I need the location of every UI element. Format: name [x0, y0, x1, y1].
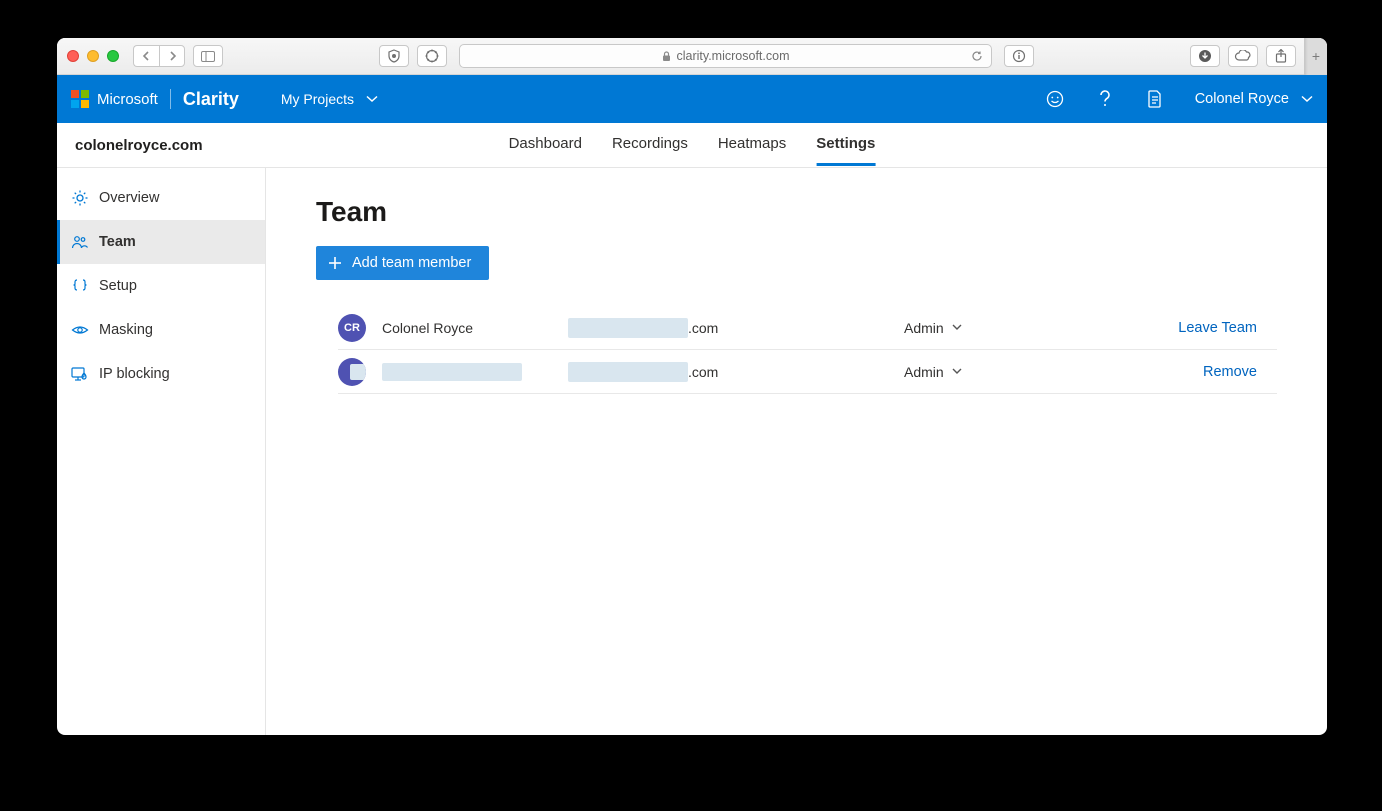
- projects-label: My Projects: [281, 91, 354, 107]
- maximize-window-button[interactable]: [107, 50, 119, 62]
- sidebar-item-setup[interactable]: Setup: [57, 264, 265, 308]
- role-label: Admin: [904, 320, 944, 336]
- downloads-button[interactable]: [1190, 45, 1220, 67]
- share-button[interactable]: [1266, 45, 1296, 67]
- people-icon: [71, 233, 89, 251]
- refresh-icon[interactable]: [971, 50, 983, 62]
- microsoft-logo-icon: [71, 90, 89, 108]
- tab-dashboard[interactable]: Dashboard: [509, 124, 582, 166]
- brand-divider: [170, 89, 171, 109]
- microsoft-text: Microsoft: [97, 91, 158, 108]
- avatar: [338, 358, 366, 386]
- plus-icon: [328, 256, 342, 270]
- sidebar-item-team[interactable]: Team: [57, 220, 265, 264]
- main-content: Team Add team member CR Colonel Royce .c…: [266, 168, 1327, 735]
- sidebar-item-label: Overview: [99, 190, 159, 206]
- member-email: .com: [568, 362, 888, 382]
- sidebar-item-label: IP blocking: [99, 366, 170, 382]
- url-text: clarity.microsoft.com: [677, 49, 790, 63]
- minimize-window-button[interactable]: [87, 50, 99, 62]
- header-right: Colonel Royce: [1045, 89, 1313, 109]
- lock-icon: [662, 51, 671, 62]
- toolbar-right: [1190, 45, 1296, 67]
- subnav: colonelroyce.com Dashboard Recordings He…: [57, 123, 1327, 168]
- braces-icon: [71, 277, 89, 295]
- app-header: Microsoft Clarity My Projects Colonel Ro…: [57, 75, 1327, 123]
- nav-back-forward: [133, 45, 185, 67]
- feedback-icon[interactable]: [1045, 89, 1065, 109]
- address-bar[interactable]: clarity.microsoft.com: [459, 44, 992, 68]
- member-name: Colonel Royce: [382, 320, 552, 336]
- chevron-down-icon: [952, 324, 962, 331]
- sidebar-item-masking[interactable]: Masking: [57, 308, 265, 352]
- new-tab-button[interactable]: +: [1304, 38, 1327, 75]
- close-window-button[interactable]: [67, 50, 79, 62]
- sidebar-item-label: Setup: [99, 278, 137, 294]
- email-suffix: .com: [688, 320, 718, 336]
- tab-settings[interactable]: Settings: [816, 124, 875, 166]
- role-label: Admin: [904, 364, 944, 380]
- email-suffix: .com: [688, 364, 718, 380]
- sidebar-item-label: Team: [99, 234, 136, 250]
- back-button[interactable]: [133, 45, 159, 67]
- team-member-row: CR Colonel Royce .com Admin Leave Team: [338, 306, 1277, 350]
- remove-member-link[interactable]: Remove: [1203, 364, 1257, 380]
- browser-window: clarity.microsoft.com + Microsoft: [57, 38, 1327, 735]
- role-dropdown[interactable]: Admin: [904, 320, 1104, 336]
- add-team-member-button[interactable]: Add team member: [316, 246, 489, 280]
- ipblock-icon: [71, 365, 89, 383]
- extensions-button[interactable]: [417, 45, 447, 67]
- redacted-text: [568, 362, 688, 382]
- chevron-down-icon: [1301, 95, 1313, 103]
- product-name[interactable]: Clarity: [183, 89, 239, 110]
- chevron-down-icon: [952, 368, 962, 375]
- titlebar: clarity.microsoft.com +: [57, 38, 1327, 75]
- sidebar-item-label: Masking: [99, 322, 153, 338]
- gear-icon: [71, 189, 89, 207]
- mask-icon: [71, 321, 89, 339]
- icloud-tabs-button[interactable]: [1228, 45, 1258, 67]
- chevron-down-icon: [366, 95, 378, 103]
- page-info-button[interactable]: [1004, 45, 1034, 67]
- team-list: CR Colonel Royce .com Admin Leave Team: [338, 306, 1277, 394]
- document-icon[interactable]: [1145, 89, 1165, 109]
- leave-team-link[interactable]: Leave Team: [1178, 320, 1257, 336]
- tab-heatmaps[interactable]: Heatmaps: [718, 124, 786, 166]
- sidebar-item-overview[interactable]: Overview: [57, 176, 265, 220]
- page-title: Team: [316, 196, 1277, 228]
- window-controls: [67, 50, 119, 62]
- sidebar: Overview Team Setup Masking: [57, 168, 266, 735]
- help-icon[interactable]: [1095, 89, 1115, 109]
- body: Overview Team Setup Masking: [57, 168, 1327, 735]
- microsoft-logo[interactable]: Microsoft: [71, 90, 158, 108]
- privacy-report-button[interactable]: [379, 45, 409, 67]
- team-member-row: .com Admin Remove: [338, 350, 1277, 394]
- sidebar-item-ipblocking[interactable]: IP blocking: [57, 352, 265, 396]
- redacted-text: [382, 363, 522, 381]
- sidebar-toggle-button[interactable]: [193, 45, 223, 67]
- redacted-text: [568, 318, 688, 338]
- project-name: colonelroyce.com: [75, 137, 203, 154]
- user-menu[interactable]: Colonel Royce: [1195, 91, 1313, 107]
- tab-recordings[interactable]: Recordings: [612, 124, 688, 166]
- add-button-label: Add team member: [352, 255, 471, 271]
- user-name: Colonel Royce: [1195, 91, 1289, 107]
- role-dropdown[interactable]: Admin: [904, 364, 1104, 380]
- forward-button[interactable]: [159, 45, 185, 67]
- avatar: CR: [338, 314, 366, 342]
- projects-dropdown[interactable]: My Projects: [281, 91, 378, 107]
- member-name: [382, 363, 552, 381]
- member-email: .com: [568, 318, 888, 338]
- tabs: Dashboard Recordings Heatmaps Settings: [509, 124, 876, 166]
